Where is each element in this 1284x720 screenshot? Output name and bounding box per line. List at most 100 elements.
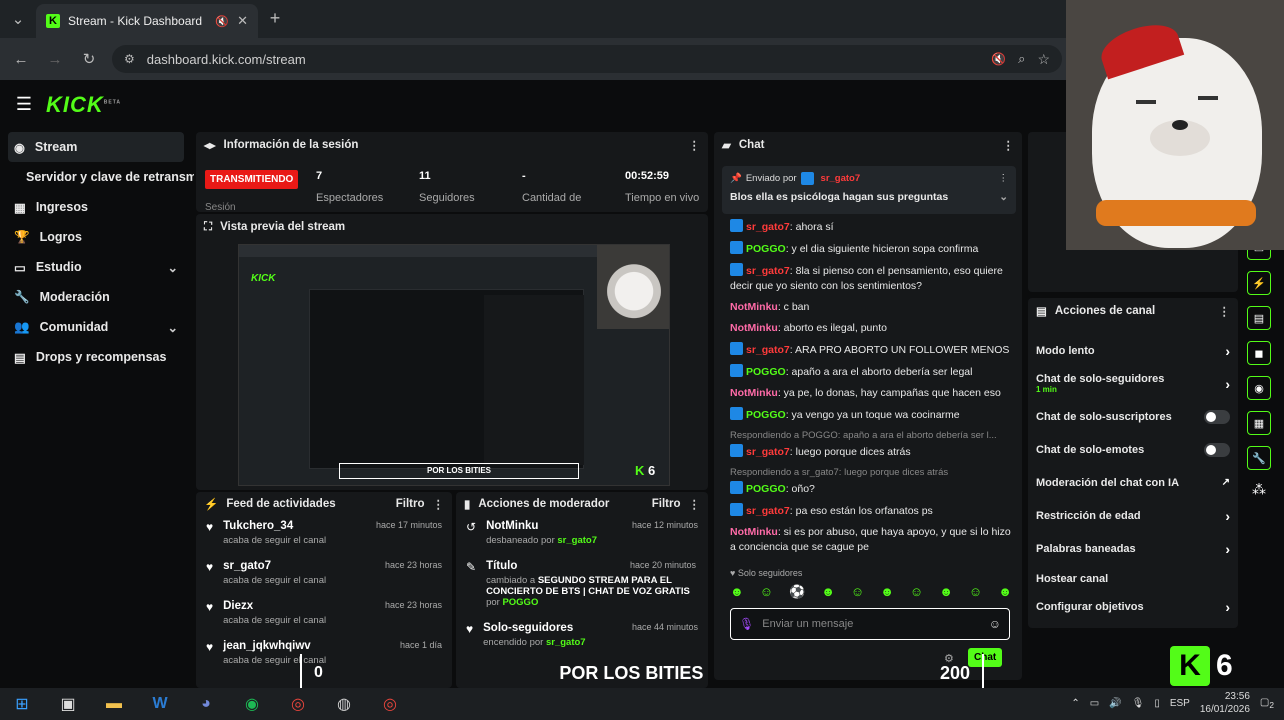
feed-user[interactable]: Diezx — [223, 600, 326, 612]
chat-message[interactable]: NotMinku: ya pe, lo donas, hay campañas … — [730, 383, 1012, 404]
emote-icon[interactable]: ☻ — [821, 584, 835, 604]
tab-close-icon[interactable]: ✕ — [237, 13, 248, 29]
sidebar-item-server-key[interactable]: Servidor y clave de retransmisión — [0, 162, 194, 192]
chrome-icon[interactable]: ◎ — [286, 692, 310, 716]
chat-message[interactable]: NotMinku: c ban — [730, 297, 1012, 318]
chat-message[interactable]: POGGO: apaño a ara el aborto debería ser… — [730, 361, 1012, 383]
forward-icon[interactable]: → — [46, 50, 64, 68]
chat-username[interactable]: NotMinku — [730, 387, 778, 399]
emote-icon[interactable]: ☺ — [760, 584, 773, 604]
emote-icon[interactable]: ☺ — [851, 584, 864, 604]
file-explorer-icon[interactable]: ▬ — [102, 692, 126, 716]
sidebar-item-logros[interactable]: 🏆 Logros — [0, 222, 192, 252]
emote-icon[interactable]: ⚽ — [789, 584, 805, 604]
more-icon[interactable]: ⋮ — [1003, 138, 1015, 152]
emote-icon[interactable]: ☺ — [910, 584, 923, 604]
feed-user[interactable]: Tukchero_34 — [223, 520, 326, 532]
chat-message[interactable]: sr_gato7: ARA PRO ABORTO UN FOLLOWER MEN… — [730, 339, 1012, 361]
layout-icon[interactable]: ▦ — [1247, 411, 1271, 435]
chat-message[interactable]: POGGO: y el dia siguiente hicieron sopa … — [730, 238, 1012, 260]
chat-message[interactable]: POGGO: oño? — [730, 478, 1012, 500]
emote-icon[interactable]: ☺ — [969, 584, 982, 604]
stream-preview-video[interactable]: KICK POR LOS BITIES K 6 — [238, 244, 670, 486]
more-icon[interactable]: ⋮ — [433, 497, 445, 511]
sidebar-item-ingresos[interactable]: ▦ Ingresos — [0, 192, 192, 222]
chat-message[interactable]: sr_gato7: luego porque dices atrás — [730, 441, 1012, 463]
action-goals[interactable]: Configurar objetivos › — [1028, 593, 1238, 621]
notifications-icon[interactable]: ▢2 — [1260, 697, 1274, 710]
chat-message[interactable]: NotMinku: si es por abuso, que haya apoy… — [730, 522, 1012, 558]
hamburger-menu-icon[interactable]: ☰ — [14, 94, 34, 114]
chat-username[interactable]: NotMinku — [730, 526, 778, 538]
word-icon[interactable]: W — [148, 692, 172, 716]
action-host-channel[interactable]: Hostear canal — [1028, 565, 1238, 593]
chat-message[interactable]: POGGO: ya vengo ya un toque wa cocinarme — [730, 404, 1012, 426]
unpin-icon[interactable]: ⋮ — [999, 173, 1009, 184]
zoom-icon[interactable]: ⌕ — [1018, 51, 1025, 67]
url-field[interactable]: ⚙ dashboard.kick.com/stream 🔇 ⌕ ☆ — [112, 45, 1062, 73]
spotify-icon[interactable]: ◉ — [240, 692, 264, 716]
sidebar-item-estudio[interactable]: ▭ Estudio ⌄ — [0, 252, 192, 282]
back-icon[interactable]: ← — [12, 50, 30, 68]
lang-indicator[interactable]: ESP — [1170, 698, 1190, 709]
pinned-user[interactable]: sr_gato7 — [821, 173, 861, 184]
chat-username[interactable]: sr_gato7 — [746, 344, 790, 356]
bolt-icon[interactable]: ⚡ — [1247, 271, 1271, 295]
muted-site-icon[interactable]: 🔇 — [991, 52, 1006, 66]
modaction-user[interactable]: sr_gato7 — [546, 637, 586, 648]
emote-icon[interactable]: ☻ — [998, 584, 1012, 604]
sidebar-item-moderacion[interactable]: 🔧 Moderación — [0, 282, 192, 312]
chat-message[interactable]: NotMinku: aborto es ilegal, punto — [730, 318, 1012, 339]
chat-input[interactable]: 🎙 Enviar un mensaje ☺ — [730, 608, 1010, 640]
mic-icon[interactable]: 🎙 — [739, 617, 754, 631]
emote-icon[interactable]: ☻ — [730, 584, 744, 604]
feed-filter-button[interactable]: Filtro — [396, 498, 425, 510]
chat-username[interactable]: POGGO — [746, 243, 786, 255]
subs-only-toggle[interactable] — [1204, 409, 1230, 424]
network-icon[interactable]: ▭ — [1090, 698, 1099, 709]
chat-username[interactable]: sr_gato7 — [746, 505, 790, 517]
chat-username[interactable]: NotMinku — [730, 322, 778, 334]
tray-chevron-icon[interactable]: ⌃ — [1071, 698, 1079, 709]
site-info-icon[interactable]: ⚙ — [124, 52, 135, 66]
notes-icon[interactable]: ▤ — [1247, 306, 1271, 330]
browser-tab[interactable]: K Stream - Kick Dashboard 🔇 ✕ — [36, 4, 258, 38]
emote-icon[interactable]: ☻ — [880, 584, 894, 604]
chat-message[interactable]: sr_gato7: pa eso están los orfanatos ps — [730, 500, 1012, 522]
bookmark-star-icon[interactable]: ☆ — [1037, 51, 1050, 68]
clock[interactable]: 23:56 16/01/2026 — [1200, 690, 1250, 716]
volume-icon[interactable]: 🔊 — [1109, 698, 1121, 709]
more-icon[interactable]: ⋮ — [689, 497, 701, 511]
task-view-icon[interactable]: ▣ — [56, 692, 80, 716]
chrome-icon[interactable]: ◎ — [378, 692, 402, 716]
modaction-user[interactable]: POGGO — [502, 597, 538, 608]
action-ai-moderation[interactable]: Moderación del chat con IA ↗ — [1028, 466, 1238, 499]
broadcast-icon[interactable]: ◉ — [1247, 376, 1271, 400]
action-slow-mode[interactable]: Modo lento › — [1028, 334, 1238, 367]
emotes-only-toggle[interactable] — [1204, 442, 1230, 457]
new-tab-icon[interactable]: + — [266, 8, 284, 28]
sidebar-item-drops[interactable]: ▤ Drops y recompensas — [0, 342, 192, 372]
chat-username[interactable]: POGGO — [746, 409, 786, 421]
tab-list-icon[interactable]: ⌄ — [8, 10, 28, 28]
tab-muted-icon[interactable]: 🔇 — [215, 15, 229, 28]
more-icon[interactable]: ⋮ — [689, 138, 701, 152]
windows-start-icon[interactable]: ⊞ — [10, 692, 34, 716]
more-icon[interactable]: ⋮ — [1219, 304, 1231, 318]
action-subs-only[interactable]: Chat de solo-suscriptores — [1028, 400, 1238, 433]
kick-logo[interactable]: KICKBETA — [46, 92, 121, 118]
chevron-down-icon[interactable]: ⌄ — [999, 191, 1008, 203]
discord-icon[interactable]: ◕ — [194, 692, 218, 716]
chat-username[interactable]: sr_gato7 — [746, 446, 790, 458]
battery-icon[interactable]: ▯ — [1154, 698, 1160, 709]
chat-username[interactable]: NotMinku — [730, 301, 778, 313]
emote-icon[interactable]: ☻ — [939, 584, 953, 604]
action-banned-words[interactable]: Palabras baneadas › — [1028, 532, 1238, 565]
mic-icon[interactable]: 🎙 — [1132, 698, 1145, 709]
action-followers-only[interactable]: Chat de solo-seguidores 1 min › — [1028, 367, 1238, 400]
pinned-message[interactable]: 📌 Enviado por sr_gato7 ⋮ Blos ella es ps… — [722, 166, 1016, 214]
modaction-user[interactable]: sr_gato7 — [557, 535, 597, 546]
chat-username[interactable]: sr_gato7 — [746, 221, 790, 233]
emoji-icon[interactable]: ☺ — [989, 617, 1001, 631]
chat-username[interactable]: POGGO — [746, 366, 786, 378]
